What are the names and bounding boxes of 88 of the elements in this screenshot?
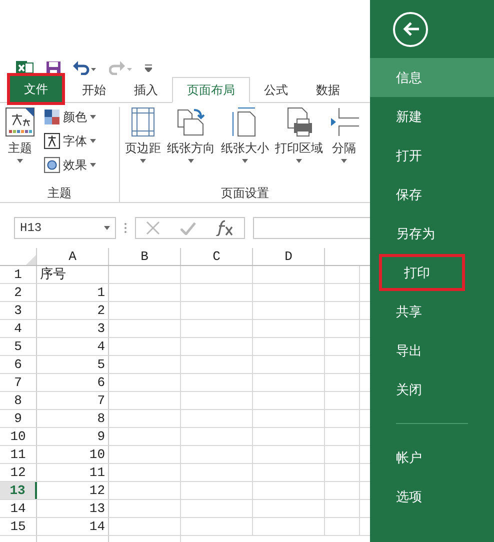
theme-icon	[5, 107, 35, 137]
backstage-menu-item[interactable]: 帐户	[370, 438, 494, 477]
table-cell: 1	[37, 284, 109, 301]
ribbon-button[interactable]: 打印区域	[274, 107, 324, 182]
ribbon-button[interactable]: 纸张大小	[220, 107, 270, 182]
row-header[interactable]: 10	[0, 428, 37, 445]
row-header[interactable]: 9	[0, 410, 37, 427]
table-cell: 9	[37, 428, 109, 445]
customize-toolbar-icon[interactable]	[145, 64, 152, 72]
dropdown-caret-icon	[341, 159, 347, 163]
undo-icon[interactable]	[73, 61, 97, 75]
row-header[interactable]: 15	[0, 518, 37, 535]
name-box[interactable]: H13	[14, 217, 116, 239]
page-break-icon	[329, 107, 359, 137]
table-cell: 13	[37, 500, 109, 517]
dropdown-caret-icon	[17, 159, 23, 163]
table-cell: 2	[37, 302, 109, 319]
dropdown-caret-icon	[188, 159, 194, 163]
column-header[interactable]: C	[181, 248, 253, 265]
ribbon-button[interactable]: 字体	[44, 131, 96, 151]
table-cell: 4	[37, 338, 109, 355]
drag-handle-icon[interactable]	[124, 222, 127, 234]
save-icon[interactable]	[46, 60, 61, 76]
row-header[interactable]: 13	[0, 482, 37, 499]
row-header[interactable]: 5	[0, 338, 37, 355]
formula-input[interactable]	[253, 217, 370, 239]
column-header[interactable]: B	[109, 248, 181, 265]
row-header[interactable]: 2	[0, 284, 37, 301]
ribbon-tab[interactable]: 插入	[120, 77, 172, 103]
color-palette-icon	[44, 109, 60, 125]
ribbon-tab[interactable]: 开始	[68, 77, 120, 103]
ribbon-button[interactable]: 纸张方向	[166, 107, 216, 182]
backstage-menu-item[interactable]: 共享	[370, 292, 494, 331]
table-cell: 12	[37, 482, 109, 499]
table-cell: 14	[37, 518, 109, 535]
dropdown-caret-icon	[140, 159, 146, 163]
group-label: 主题	[48, 185, 72, 202]
table-cell: 7	[37, 392, 109, 409]
dropdown-caret-icon	[296, 159, 302, 163]
column-header[interactable]: A	[37, 248, 109, 265]
table-cell: 8	[37, 410, 109, 427]
insert-function-icon[interactable]	[216, 220, 234, 236]
ribbon-button[interactable]: 主题	[4, 107, 36, 182]
ribbon-button[interactable]: 效果	[44, 155, 96, 175]
dropdown-caret-icon	[104, 226, 110, 230]
dropdown-caret-icon	[90, 115, 96, 119]
ribbon-tab[interactable]: 公式	[250, 77, 302, 103]
backstage-menu-item[interactable]: 另存为	[370, 214, 494, 253]
row-header[interactable]: 3	[0, 302, 37, 319]
row-header[interactable]: 8	[0, 392, 37, 409]
row-header[interactable]: 4	[0, 320, 37, 337]
back-arrow-icon	[402, 21, 420, 37]
ribbon-tab[interactable]: 数据	[302, 77, 354, 103]
group-label: 页面设置	[221, 185, 269, 202]
backstage-menu-item[interactable]: 保存	[370, 175, 494, 214]
backstage-menu-item[interactable]: 导出	[370, 331, 494, 370]
backstage-menu-item[interactable]: 选项	[370, 477, 494, 516]
backstage-menu-item[interactable]: 打印	[378, 253, 466, 292]
file-tab[interactable]: 文件	[10, 76, 62, 102]
row-header[interactable]: 7	[0, 374, 37, 391]
dropdown-caret-icon	[90, 163, 96, 167]
ribbon-button[interactable]: 分隔	[328, 107, 360, 182]
column-header[interactable]: D	[253, 248, 325, 265]
backstage-menu-item[interactable]: 打开	[370, 136, 494, 175]
page-orientation-icon	[176, 107, 206, 137]
table-cell: 11	[37, 464, 109, 481]
row-header[interactable]: 12	[0, 464, 37, 481]
ribbon-button[interactable]: 颜色	[44, 107, 96, 127]
row-header[interactable]: 1	[0, 266, 37, 283]
table-cell: 6	[37, 374, 109, 391]
checkmark-icon[interactable]	[180, 222, 196, 234]
row-header[interactable]: 14	[0, 500, 37, 517]
ribbon-tab[interactable]: 页面布局	[172, 77, 250, 103]
backstage-menu-item[interactable]: 关闭	[370, 370, 494, 409]
row-header[interactable]: 6	[0, 356, 37, 373]
backstage-menu-item[interactable]: 信息	[370, 58, 494, 97]
dropdown-caret-icon	[242, 159, 248, 163]
dropdown-caret-icon	[90, 139, 96, 143]
effects-icon	[44, 157, 60, 173]
backstage-menu-item[interactable]: 新建	[370, 97, 494, 136]
table-cell: 序号	[37, 266, 109, 283]
back-button[interactable]	[393, 12, 428, 46]
table-cell: 10	[37, 446, 109, 463]
table-cell: 5	[37, 356, 109, 373]
font-icon	[44, 133, 60, 149]
table-cell: 3	[37, 320, 109, 337]
row-header[interactable]: 11	[0, 446, 37, 463]
ribbon-button[interactable]: 页边距	[124, 107, 162, 182]
